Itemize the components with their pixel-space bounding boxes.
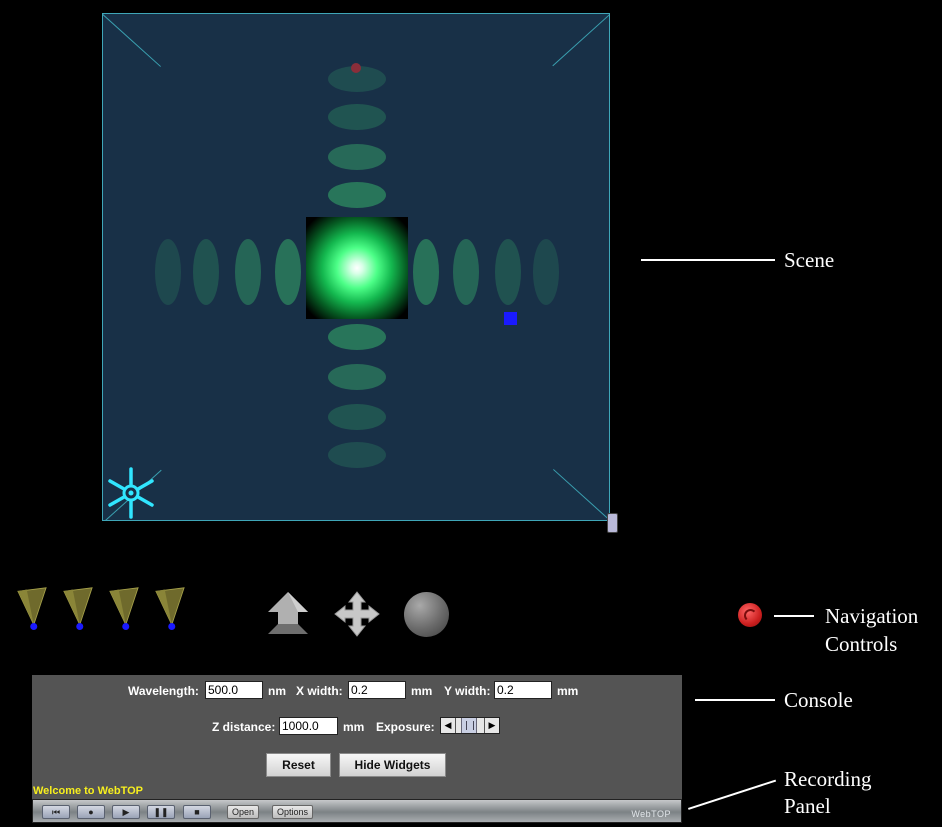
diffraction-fringe: [193, 239, 219, 305]
zdistance-field[interactable]: [279, 717, 338, 735]
examine-sphere-icon[interactable]: [404, 592, 449, 637]
diffraction-fringe: [328, 182, 386, 208]
diffraction-fringe: [328, 364, 386, 390]
central-maximum: [306, 217, 408, 319]
xwidth-label: X width:: [296, 684, 343, 698]
ywidth-unit: mm: [557, 684, 579, 698]
diffraction-fringe: [275, 239, 301, 305]
diffraction-fringe: [235, 239, 261, 305]
open-button[interactable]: Open: [227, 805, 260, 819]
diffraction-fringe: [533, 239, 559, 305]
slider-left-arrow-icon[interactable]: ◀: [441, 718, 456, 733]
camera-view-icon[interactable]: [106, 586, 142, 630]
navigation-label-line1: Navigation: [825, 604, 919, 628]
welcome-message: Welcome to WebTOP: [33, 785, 144, 797]
exposure-slider[interactable]: ◀ ▶: [440, 717, 500, 734]
recording-label-line2: Panel: [784, 794, 831, 818]
wavelength-label: Wavelength:: [128, 684, 199, 698]
scene-scroll-handle[interactable]: [607, 513, 618, 533]
diffraction-fringe: [328, 324, 386, 350]
console-panel: Wavelength: nm X width: mm Y width: mm Z…: [32, 675, 682, 799]
z-distance-handle[interactable]: [351, 63, 361, 73]
diffraction-fringe: [453, 239, 479, 305]
diffraction-fringe: [413, 239, 439, 305]
console-label: Console: [784, 688, 853, 712]
annotation-line: [688, 779, 777, 810]
navigation-label-line2: Controls: [825, 632, 898, 656]
slider-right-arrow-icon[interactable]: ▶: [484, 718, 499, 733]
camera-view-icon[interactable]: [60, 586, 96, 630]
diffraction-fringe: [328, 442, 386, 468]
recording-panel: ⏮ ● ▶ ❚❚ ■ Open Options WebTOP: [32, 799, 682, 823]
camera-view-icon[interactable]: [152, 586, 188, 630]
annotation-line: [695, 699, 775, 701]
scene-viewport[interactable]: [102, 13, 610, 521]
stop-icon[interactable]: ■: [183, 805, 211, 819]
annotation-line: [641, 259, 775, 261]
wavelength-unit: nm: [268, 684, 286, 698]
diffraction-fringe: [495, 239, 521, 305]
slider-thumb[interactable]: [461, 718, 477, 733]
spoked-wheel-icon[interactable]: [107, 467, 155, 519]
diffraction-fringe: [155, 239, 181, 305]
pan-arrows-icon[interactable]: [333, 590, 381, 638]
play-icon[interactable]: ▶: [112, 805, 140, 819]
zdistance-unit: mm: [343, 720, 365, 734]
ywidth-field[interactable]: [494, 681, 552, 699]
perspective-line: [553, 469, 609, 520]
pause-icon[interactable]: ❚❚: [147, 805, 175, 819]
perspective-line: [552, 14, 609, 67]
record-icon[interactable]: ●: [77, 805, 105, 819]
exposure-label: Exposure:: [376, 720, 435, 734]
navigation-toggle-icon[interactable]: [738, 603, 762, 627]
ywidth-label: Y width:: [444, 684, 491, 698]
scene-label: Scene: [784, 248, 835, 272]
aperture-resize-handle[interactable]: [504, 312, 517, 325]
options-button[interactable]: Options: [272, 805, 314, 819]
diffraction-fringe: [328, 144, 386, 170]
annotation-line: [774, 615, 814, 617]
webtop-brand: WebTOP: [631, 809, 671, 819]
rewind-icon[interactable]: ⏮: [42, 805, 70, 819]
xwidth-field[interactable]: [348, 681, 406, 699]
wavelength-field[interactable]: [205, 681, 263, 699]
zdistance-label: Z distance:: [212, 720, 276, 734]
reset-button[interactable]: Reset: [266, 753, 331, 777]
walk-arrow-icon[interactable]: [263, 590, 313, 636]
camera-view-icon[interactable]: [14, 586, 50, 630]
xwidth-unit: mm: [411, 684, 433, 698]
hide-widgets-button[interactable]: Hide Widgets: [339, 753, 446, 777]
diffraction-fringe: [328, 404, 386, 430]
diffraction-fringe: [328, 104, 386, 130]
perspective-line: [103, 14, 161, 67]
recording-label-line1: Recording: [784, 767, 872, 791]
